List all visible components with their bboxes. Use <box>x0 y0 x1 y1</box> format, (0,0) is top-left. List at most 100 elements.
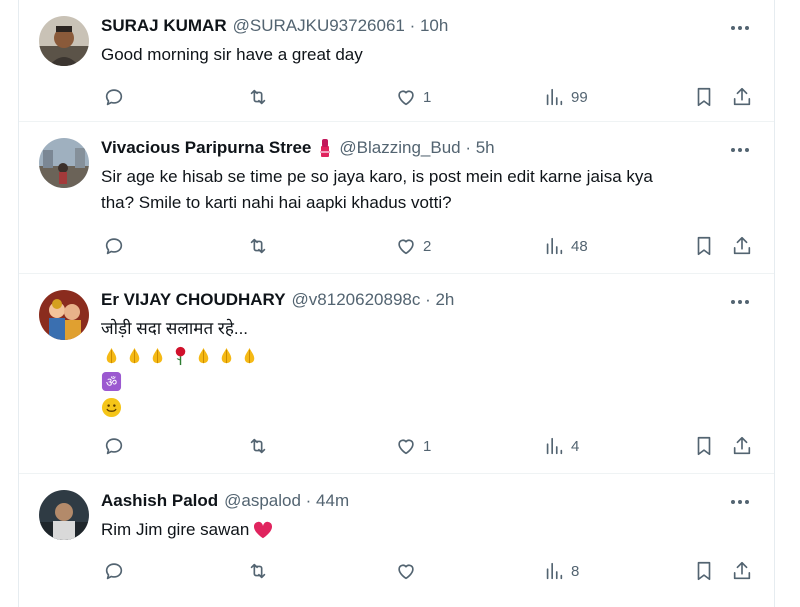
reply-icon <box>105 238 123 255</box>
reply-icon <box>105 563 123 580</box>
reply-icon <box>105 89 123 106</box>
folded-hands-icon <box>106 347 117 364</box>
handle-and-time[interactable]: @SURAJKU93726061 · 10h <box>233 16 449 36</box>
display-name[interactable]: Vivacious Paripurna Stree <box>101 138 311 158</box>
reply-button[interactable] <box>103 84 131 110</box>
share-button[interactable] <box>731 433 753 459</box>
red-heart-icon <box>254 521 273 539</box>
share-icon <box>733 87 751 106</box>
share-button[interactable] <box>731 233 753 259</box>
like-count: 1 <box>423 437 432 455</box>
views-button[interactable]: 99 <box>543 84 588 110</box>
heart-icon <box>398 564 414 580</box>
more-icon[interactable] <box>728 290 752 314</box>
display-name[interactable]: Er VIJAY CHOUDHARY <box>101 290 286 310</box>
tweet-text-line: Rim Jim gire sawan <box>101 517 744 543</box>
tweet-text: Rim Jim gire sawan <box>101 517 744 543</box>
tweet-header: Er VIJAY CHOUDHARY @v8120620898c · 2h <box>101 288 454 312</box>
share-icon <box>733 236 751 255</box>
tweet-text: Sir age ke hisab se time pe so jaya karo… <box>101 164 744 216</box>
tweet-text-content: Rim Jim gire sawan <box>101 520 250 539</box>
views-icon <box>546 562 563 580</box>
retweet-button[interactable] <box>247 233 275 259</box>
emoji-row: ॐ <box>101 368 744 394</box>
avatar[interactable] <box>39 138 89 188</box>
bookmark-button[interactable] <box>693 433 715 459</box>
folded-hands-icon <box>152 347 163 364</box>
display-name[interactable]: Aashish Palod <box>101 491 218 511</box>
tweet-text-line: Sir age ke hisab se time pe so jaya karo… <box>101 167 653 186</box>
bookmark-icon <box>697 561 711 581</box>
folded-hands-icon <box>198 347 209 364</box>
reply-button[interactable] <box>103 233 131 259</box>
action-bar: 8 <box>19 558 774 584</box>
like-button[interactable]: 1 <box>395 84 431 110</box>
tweet-text-line: जोड़ी सदा सलामत रहे... <box>101 319 249 338</box>
avatar[interactable] <box>39 490 89 540</box>
tweet-item[interactable]: Er VIJAY CHOUDHARY @v8120620898c · 2h जो… <box>19 274 774 474</box>
views-icon <box>546 88 563 106</box>
reply-button[interactable] <box>103 433 131 459</box>
views-button[interactable]: 8 <box>543 558 579 584</box>
share-button[interactable] <box>731 84 753 110</box>
emoji-row <box>101 394 744 420</box>
action-bar: 1 4 <box>19 433 774 459</box>
retweet-button[interactable] <box>247 84 275 110</box>
retweet-icon <box>250 438 266 454</box>
reply-feed: SURAJ KUMAR @SURAJKU93726061 · 10h Good … <box>18 0 775 607</box>
action-bar: 1 99 <box>19 84 774 110</box>
avatar[interactable] <box>39 16 89 66</box>
tweet-item[interactable]: Vivacious Paripurna Stree @Blazzing_Bud … <box>19 122 774 274</box>
tweet-text: जोड़ी सदा सलामत रहे... ॐ <box>101 316 744 420</box>
views-button[interactable]: 48 <box>543 233 588 259</box>
view-count: 4 <box>571 437 580 455</box>
bookmark-icon <box>697 436 711 456</box>
tweet-header: SURAJ KUMAR @SURAJKU93726061 · 10h <box>101 14 448 38</box>
bookmark-icon <box>697 87 711 107</box>
like-button[interactable] <box>395 558 423 584</box>
tweet-item[interactable]: SURAJ KUMAR @SURAJKU93726061 · 10h Good … <box>19 0 774 122</box>
handle-and-time[interactable]: @v8120620898c · 2h <box>292 290 455 310</box>
share-icon <box>733 561 751 580</box>
more-icon[interactable] <box>728 16 752 40</box>
share-icon <box>733 436 751 455</box>
avatar[interactable] <box>39 290 89 340</box>
retweet-button[interactable] <box>247 433 275 459</box>
like-button[interactable]: 1 <box>395 433 431 459</box>
view-count: 99 <box>571 88 588 106</box>
folded-hands-icon <box>221 347 232 364</box>
folded-hands-icon <box>244 347 255 364</box>
folded-hands-icon <box>129 347 140 364</box>
emoji-row <box>101 342 744 368</box>
views-button[interactable]: 4 <box>543 433 579 459</box>
retweet-icon <box>250 563 266 579</box>
like-count: 1 <box>423 88 432 106</box>
svg-text:ॐ: ॐ <box>106 374 117 389</box>
handle-and-time[interactable]: @aspalod · 44m <box>224 491 349 511</box>
bookmark-icon <box>697 236 711 256</box>
tweet-header: Aashish Palod @aspalod · 44m <box>101 489 349 513</box>
bookmark-button[interactable] <box>693 84 715 110</box>
views-icon <box>546 437 563 455</box>
handle-and-time[interactable]: @Blazzing_Bud · 5h <box>339 138 494 158</box>
rose-icon <box>175 346 186 366</box>
share-button[interactable] <box>731 558 753 584</box>
views-icon <box>546 237 563 255</box>
tweet-item[interactable]: Aashish Palod @aspalod · 44m Rim Jim gir… <box>19 474 774 607</box>
bookmark-button[interactable] <box>693 558 715 584</box>
heart-icon <box>398 439 414 455</box>
action-bar: 2 48 <box>19 233 774 259</box>
view-count: 48 <box>571 237 588 255</box>
view-count: 8 <box>571 562 580 580</box>
heart-icon <box>398 90 414 106</box>
display-name[interactable]: SURAJ KUMAR <box>101 16 227 36</box>
bookmark-button[interactable] <box>693 233 715 259</box>
like-count: 2 <box>423 237 432 255</box>
reply-button[interactable] <box>103 558 131 584</box>
retweet-button[interactable] <box>247 558 275 584</box>
more-icon[interactable] <box>728 138 752 162</box>
reply-icon <box>105 438 123 455</box>
like-button[interactable]: 2 <box>395 233 431 259</box>
heart-icon <box>398 239 414 255</box>
more-icon[interactable] <box>728 490 752 514</box>
